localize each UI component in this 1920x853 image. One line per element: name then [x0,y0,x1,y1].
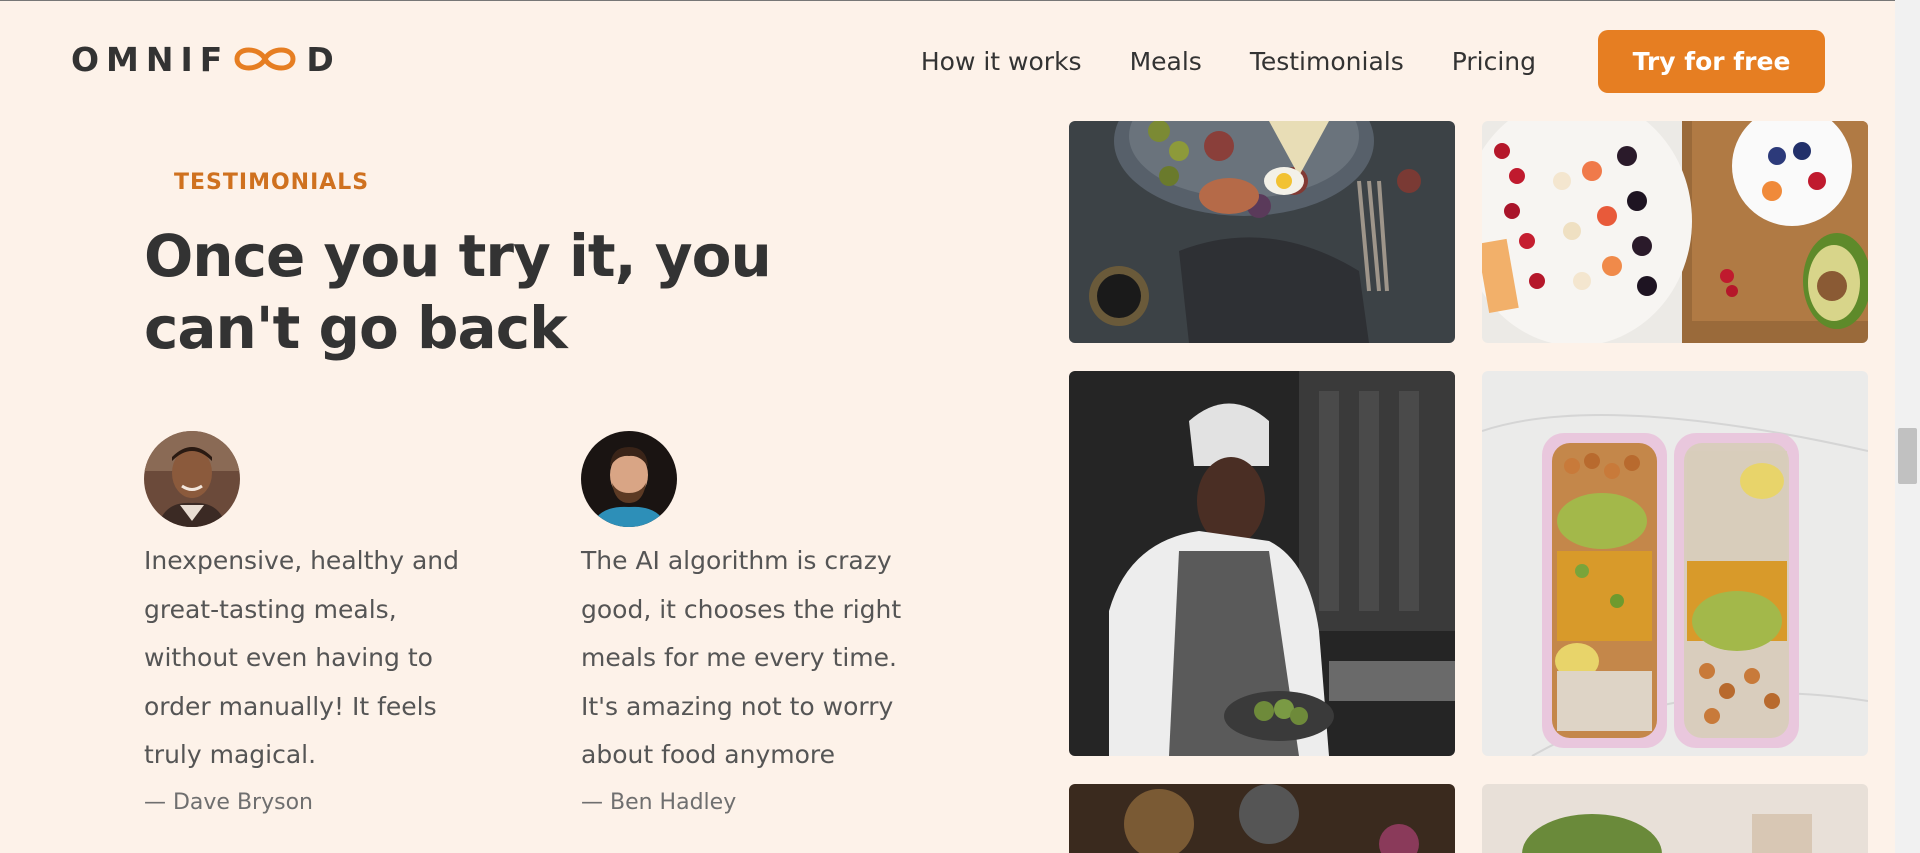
nav-pricing[interactable]: Pricing [1452,47,1536,76]
testimonial-card: The AI algorithm is crazy good, it choos… [581,431,911,815]
page-scrollbar[interactable] [1895,0,1920,853]
testimonial-author: — Dave Bryson [144,789,313,815]
testimonial-quote: Inexpensive, healthy and great-tasting m… [144,546,460,769]
gallery-image-meal-prep [1482,371,1868,756]
logo-text-left: OMNIF [71,39,230,79]
omnifood-logo[interactable]: OMNIF D [71,39,341,79]
avatar-photo [581,431,677,527]
gallery-image-cheese-plate [1069,121,1455,343]
main-nav: How it works Meals Testimonials Pricing … [921,30,1825,93]
avatar-photo [144,431,240,527]
gallery-image-salad [1482,784,1868,853]
avatar-dave [144,431,240,527]
gallery-image-fruit-bowls [1482,121,1868,343]
avatar-ben [581,431,677,527]
gallery-image-chef-cooking [1069,371,1455,756]
gallery-image-dinner-table [1069,784,1455,853]
nav-how-it-works[interactable]: How it works [921,47,1082,76]
section-subheading: TESTIMONIALS [174,170,370,195]
site-header: OMNIF D How it works Meals Testimonials … [0,1,1895,121]
section-heading: Once you try it, you can't go back [144,222,772,362]
try-for-free-button[interactable]: Try for free [1598,30,1825,93]
logo-text-right: D [306,39,341,79]
nav-testimonials[interactable]: Testimonials [1250,47,1404,76]
testimonial-card: Inexpensive, healthy and great-tasting m… [144,431,474,815]
testimonial-author: — Ben Hadley [581,789,737,815]
nav-meals[interactable]: Meals [1130,47,1202,76]
infinity-logo-icon [234,47,296,71]
scrollbar-thumb[interactable] [1898,428,1917,484]
testimonial-quote: The AI algorithm is crazy good, it choos… [581,546,902,769]
